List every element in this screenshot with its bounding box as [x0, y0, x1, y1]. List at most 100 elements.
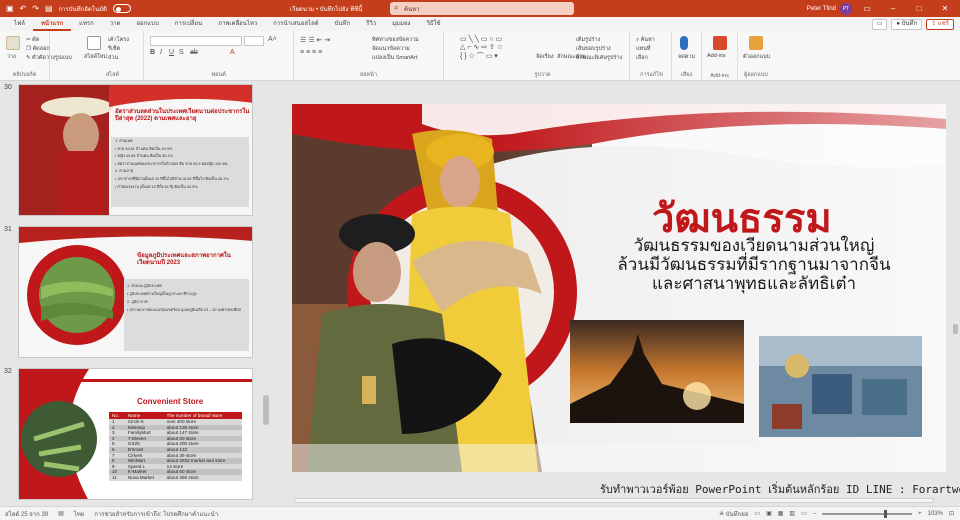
font-name-dropdown[interactable] — [150, 36, 242, 46]
microphone-icon[interactable] — [680, 36, 688, 50]
cut-button[interactable]: ✂ ตัด — [26, 36, 39, 44]
language-indicator[interactable]: ไทย — [69, 509, 90, 519]
copy-button[interactable]: ❐ คัดลอก — [26, 45, 50, 53]
tab-file[interactable]: ไฟล์ — [6, 17, 33, 31]
paste-icon[interactable] — [6, 36, 20, 50]
addins-button[interactable]: Add-ins — [707, 53, 726, 59]
font-color-icon[interactable]: A — [230, 49, 235, 56]
slide-thumbnail-31[interactable]: ข้อมูลภูมิประเทศและสภาพอากาศในเวียดนามปี… — [18, 226, 253, 358]
smartart-button[interactable]: แปลงเป็น SmartArt — [372, 54, 417, 62]
share-button[interactable]: ⇪ แชร์ — [926, 18, 954, 30]
tab-insert[interactable]: แทรก — [71, 17, 102, 31]
spellcheck-icon[interactable]: ▤ — [53, 510, 69, 517]
scrollbar-thumb[interactable] — [953, 324, 958, 334]
slide-thumbnail-32[interactable]: Convenient Store No. Name The number of … — [18, 368, 253, 500]
section-button[interactable]: ส่วน — [108, 54, 118, 62]
group-label-editing: การแก้ไข — [640, 72, 663, 78]
normal-view-icon[interactable]: ▣ — [766, 510, 772, 517]
format-painter-button[interactable]: ✎ ตัวคัดวางรูปแบบ — [26, 54, 72, 62]
bold-icon[interactable]: B — [150, 49, 155, 56]
font-size-dropdown[interactable] — [244, 36, 264, 46]
slide-subtitle[interactable]: วัฒนธรรมของเวียดนามส่วนใหญ่ ล้วนมีวัฒนธร… — [614, 236, 894, 293]
bullets-icon[interactable]: ☰ ☰ ⇤ ⇥ — [300, 36, 330, 44]
shadow-icon[interactable]: S — [179, 49, 184, 56]
panel-scrollbar[interactable] — [263, 395, 269, 425]
grow-font-icon[interactable]: A˄ — [268, 36, 277, 43]
tab-review[interactable]: รีวิว — [358, 17, 384, 31]
text-direction-button[interactable]: ทิศทางของข้อความ — [372, 36, 419, 44]
vertical-scrollbar[interactable] — [951, 81, 960, 506]
tab-animations[interactable]: ภาพเคลื่อนไหว — [210, 17, 265, 31]
close-icon[interactable]: ✕ — [934, 4, 956, 13]
shape-effects-button[interactable]: ลักษณะพิเศษรูปร่าง — [576, 54, 622, 62]
tab-record[interactable]: บันทึก — [327, 17, 359, 31]
arrange-button[interactable]: จัดเรียง — [536, 53, 554, 61]
designer-icon[interactable] — [749, 36, 763, 50]
comments-button[interactable]: ▭ — [871, 18, 888, 30]
redo-icon[interactable]: ↷ — [32, 4, 39, 13]
slideshow-icon[interactable]: ▭ — [801, 510, 807, 517]
align-text-button[interactable]: จัดแนวข้อความ — [372, 45, 410, 53]
tab-transitions[interactable]: การเปลี่ยน — [167, 17, 210, 31]
new-slide-button[interactable]: สไลด์ใหม่ — [84, 53, 107, 61]
maximize-icon[interactable]: □ — [908, 4, 930, 13]
strikethrough-icon[interactable]: ab — [190, 49, 198, 56]
find-label: ค้นหา — [640, 37, 655, 43]
tab-help[interactable]: วิธีใช้ — [418, 17, 448, 31]
tab-slideshow[interactable]: การนำเสนอสไลด์ — [265, 17, 326, 31]
reading-view-icon[interactable]: ▥ — [789, 510, 795, 517]
cut-label: ตัด — [32, 37, 40, 43]
tab-draw[interactable]: วาด — [102, 17, 129, 31]
present-icon[interactable]: ▤ — [45, 4, 53, 13]
group-label-voice: เสียง — [680, 72, 693, 78]
minimize-icon[interactable]: – — [882, 4, 904, 13]
undo-icon[interactable]: ↶ — [20, 4, 27, 13]
zoom-in-icon[interactable]: + — [918, 511, 922, 517]
thumbnail-bullet: • ประชากรที่มีอายุตั้งแต่ 15 ปีขึ้นไปมีจ… — [115, 176, 229, 181]
tab-view[interactable]: มุมมอง — [384, 17, 418, 31]
notes-button[interactable]: ≜ บันทึกย่อ — [719, 509, 748, 519]
align-icon[interactable]: ≡ ≡ ≡ ≡ — [300, 49, 322, 56]
search-icon: ⌕ — [394, 3, 399, 12]
find-button[interactable]: ⌕ ค้นหา — [636, 36, 655, 44]
select-button[interactable]: เลือก — [636, 54, 648, 62]
new-slide-icon[interactable] — [87, 36, 101, 50]
paste-button[interactable]: วาง — [7, 53, 16, 61]
slide-sorter-icon[interactable]: ▦ — [778, 510, 784, 517]
layout-button[interactable]: เค้าโครง — [108, 36, 129, 44]
underline-icon[interactable]: U — [169, 49, 174, 56]
replace-button[interactable]: แทนที่ — [636, 45, 651, 53]
shape-fill-button[interactable]: เติมรูปร่าง — [576, 36, 600, 44]
addins-icon[interactable] — [713, 36, 727, 50]
zoom-out-icon[interactable]: – — [813, 511, 816, 517]
table-cell: about 459 store — [163, 474, 242, 481]
avatar[interactable]: PT — [840, 2, 852, 15]
scrollbar-thumb[interactable] — [294, 498, 934, 503]
tab-home[interactable]: หน้าแรก — [32, 17, 72, 31]
reset-button[interactable]: รีเซ็ต — [108, 45, 120, 53]
shapes-gallery[interactable]: ▭ ╲ ╲ ▭ ○ ▭ △ ⌐ ∿ ⇨ ⇧ ☆{ } ☆ ⌒ ▭ ▾ — [460, 35, 503, 61]
designer-button[interactable]: ตัวออกแบบ — [743, 53, 770, 61]
thumbnail-bullet: • สภาพอากาศแบบมรสุมเขตร้อน อุณหภูมิเฉลี่… — [127, 308, 241, 312]
save-icon[interactable]: ▣ — [6, 4, 14, 13]
shape-outline-button[interactable]: เส้นขอบรูปร่าง — [576, 45, 611, 53]
italic-icon[interactable]: I — [160, 49, 162, 56]
fit-slide-icon[interactable]: ⊡ — [949, 510, 954, 517]
ribbon-display-icon[interactable]: ▭ — [856, 4, 878, 13]
search-box[interactable]: ⌕ ค้นหา — [390, 2, 574, 15]
dictate-button[interactable]: จดตาม — [678, 53, 695, 61]
accessibility-indicator[interactable]: การช่วยสำหรับการเข้าถึง: โปรดศึกษาคำแนะน… — [89, 509, 223, 519]
zoom-slider[interactable] — [822, 509, 913, 518]
group-label-designer: ผู้ออกแบบ — [744, 72, 768, 78]
thumbnail-title: อัตราส่วนลดส่วนในประเทศเวียดนามต่อประชาก… — [115, 109, 250, 122]
thumbnail-bullet: 2. ตามอายุ — [115, 169, 133, 174]
tab-design[interactable]: ออกแบบ — [128, 17, 166, 31]
group-editing: ⌕ ค้นหา แทนที่ เลือก การแก้ไข — [632, 31, 672, 81]
zoom-level[interactable]: 103% — [928, 511, 943, 517]
comments-icon[interactable]: ▭ — [754, 510, 760, 517]
slide[interactable]: วัฒนธรรม วัฒนธรรมของเวียดนามส่วนใหญ่ ล้ว… — [292, 104, 946, 472]
slide-thumbnail-30[interactable]: อัตราส่วนลดส่วนในประเทศเวียดนามต่อประชาก… — [18, 84, 253, 216]
record-button[interactable]: ● บันทึก — [891, 18, 923, 30]
thumbnail-title: Convenient Store — [137, 397, 204, 406]
autosave-toggle[interactable] — [112, 4, 131, 13]
